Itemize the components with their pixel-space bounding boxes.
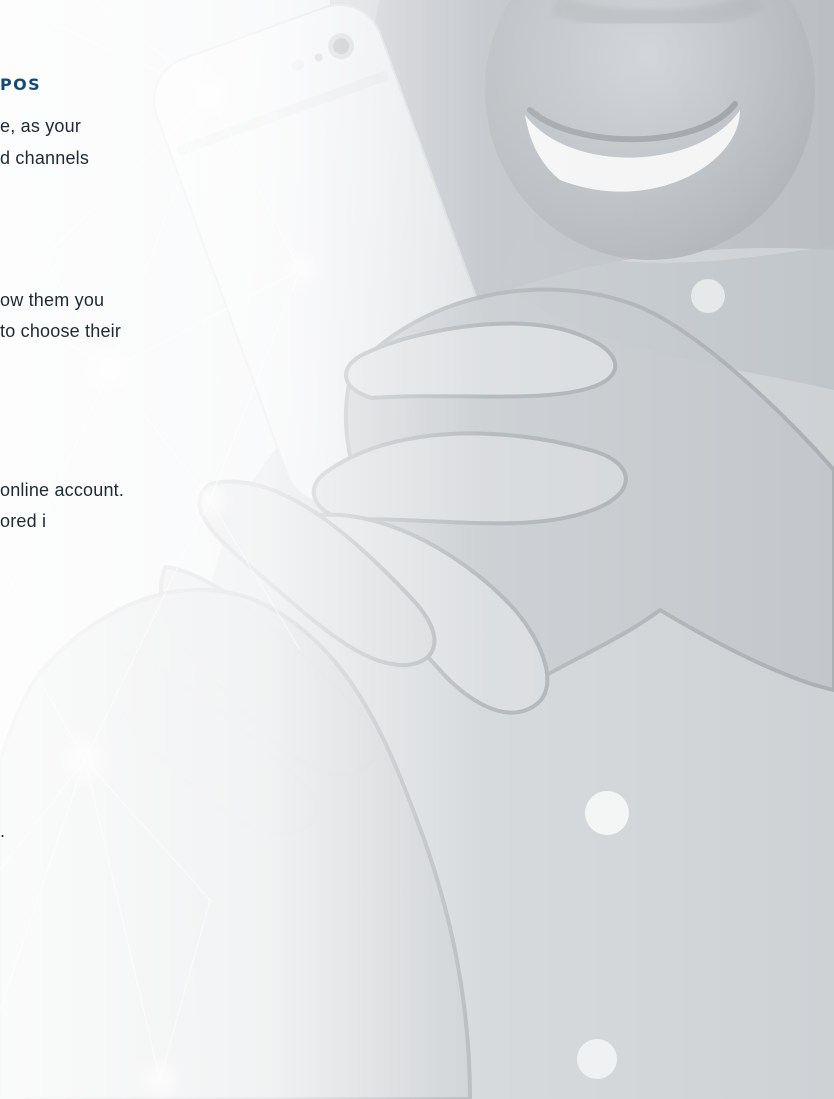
hero-page: POS e, as your d channels ow them you to…: [0, 0, 834, 1099]
photo-background: [0, 0, 834, 1099]
